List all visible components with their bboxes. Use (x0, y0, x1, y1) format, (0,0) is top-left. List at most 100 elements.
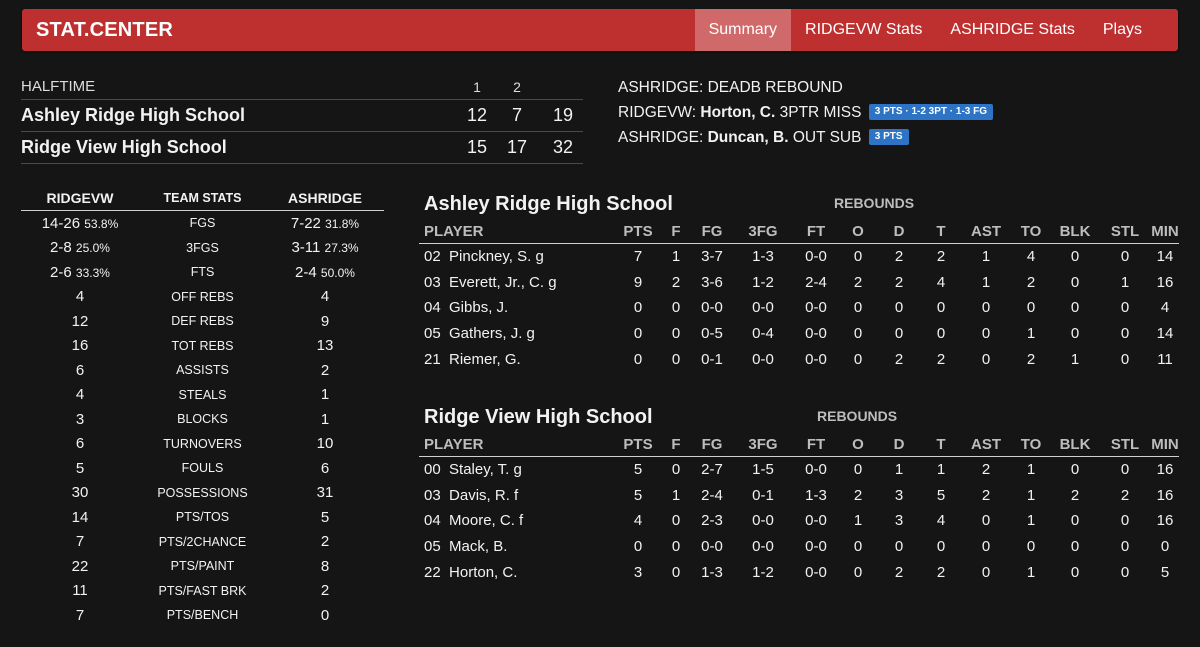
column-header-min[interactable]: MIN (1151, 219, 1179, 244)
nav-tabs: Summary RIDGEVW Stats ASHRIDGE Stats Pla… (694, 9, 1178, 51)
stat-oreb: 0 (853, 350, 863, 368)
stat-treb: 2 (936, 350, 946, 368)
stat-fg: 2-4 (701, 486, 723, 504)
column-header-ast[interactable]: AST (961, 432, 1011, 457)
stat-fg: 2-3 (701, 512, 723, 530)
away-stat-value: 2-4 (295, 263, 317, 281)
tab-summary[interactable]: Summary (694, 9, 792, 51)
player-name[interactable]: 22 Horton, C. (419, 559, 615, 585)
player-row[interactable]: 04 Gibbs, J. 0 0 0-0 0-0 0-0 0 0 0 0 0 0 0 4 (419, 295, 1179, 321)
stat-label: FTS (139, 265, 266, 279)
column-header-to[interactable]: TO (1011, 219, 1051, 244)
column-header-treb[interactable]: T (921, 432, 961, 457)
stat-min: 0 (1160, 538, 1170, 556)
tab-ashridge-stats[interactable]: ASHRIDGE Stats (936, 9, 1088, 51)
tab-ridgevw-stats[interactable]: RIDGEVW Stats (791, 9, 936, 51)
player-row[interactable]: 02 Pinckney, S. g 7 1 3-7 1-3 0-0 0 2 2 1 4 0 0 14 (419, 244, 1179, 270)
player-row[interactable]: 04 Moore, C. f 4 0 2-3 0-0 0-0 1 3 4 0 1 0 0 16 (419, 508, 1179, 534)
away-stat: 2 (266, 362, 384, 379)
column-header-pts[interactable]: PTS (615, 219, 661, 244)
player-row[interactable]: 03 Davis, R. f 5 1 2-4 0-1 1-3 2 3 5 2 1 2 2 16 (419, 483, 1179, 509)
stat-treb: 1 (936, 461, 946, 479)
column-header-pts[interactable]: PTS (615, 432, 661, 457)
column-header-ast[interactable]: AST (961, 219, 1011, 244)
stat-to: 1 (1026, 486, 1036, 504)
team-name: Ashley Ridge High School (21, 105, 246, 125)
stat-min: 16 (1156, 486, 1174, 504)
column-header-fouls[interactable]: F (661, 219, 691, 244)
away-stat-value: 2 (320, 582, 330, 600)
player-name[interactable]: 21 Riemer, G. (419, 346, 615, 372)
column-header-blk[interactable]: BLK (1051, 219, 1099, 244)
stat-treb: 0 (936, 538, 946, 556)
column-header-ft[interactable]: FT (793, 432, 839, 457)
player-name[interactable]: 04 Gibbs, J. (419, 295, 615, 321)
stat-label: OFF REBS (139, 290, 266, 304)
column-header-fg[interactable]: FG (691, 219, 733, 244)
stat-blk: 0 (1070, 538, 1080, 556)
player-row[interactable]: 03 Everett, Jr., C. g 9 2 3-6 1-2 2-4 2 2 4 1 2 0 1 1… (419, 270, 1179, 296)
brand-logo[interactable]: STAT.CENTER (36, 9, 173, 51)
player-row[interactable]: 00 Staley, T. g 5 0 2-7 1-5 0-0 0 1 1 2 1 0 0 16 (419, 457, 1179, 483)
player-row[interactable]: 22 Horton, C. 3 0 1-3 1-2 0-0 0 2 2 0 1 0 0 5 (419, 559, 1179, 585)
stat-label-value: PTS/FAST BRK (158, 583, 247, 598)
away-stat-value: 1 (320, 410, 330, 428)
stat-label: 3FGS (139, 241, 266, 255)
stat-3fg: 1-2 (752, 563, 774, 581)
stat-label: PTS/PAINT (139, 559, 266, 573)
player-name[interactable]: 05 Gathers, J. g (419, 321, 615, 347)
stat-to: 1 (1026, 563, 1036, 581)
column-header-fouls[interactable]: F (661, 432, 691, 457)
away-stat: 6 (266, 460, 384, 477)
stat-oreb: 0 (853, 538, 863, 556)
stat-pts: 0 (633, 325, 643, 343)
column-header-stl[interactable]: STL (1099, 432, 1151, 457)
away-stat: 8 (266, 558, 384, 575)
stat-stl: 0 (1120, 350, 1130, 368)
away-stat-percent: 27.3% (324, 241, 359, 256)
stat-fg: 2-7 (701, 461, 723, 479)
stat-label-value: PTS/BENCH (166, 608, 239, 623)
player-row[interactable]: 21 Riemer, G. 0 0 0-1 0-0 0-0 0 2 2 0 2 1 0 11 (419, 346, 1179, 372)
stat-treb: 0 (936, 299, 946, 317)
play-action: 3PTR MISS (779, 104, 862, 121)
team-stats-body: 14-26 53.8% FGS 7-22 31.8% 2-8 25.0% 3FGS 3-1… (21, 211, 384, 628)
player-name[interactable]: 05 Mack, B. (419, 534, 615, 560)
stat-stl: 0 (1120, 563, 1130, 581)
column-header-3fg[interactable]: 3FG (733, 219, 793, 244)
stat-label-value: POSSESSIONS (157, 485, 248, 500)
home-stat: 11 (21, 582, 139, 599)
player-name[interactable]: 03 Davis, R. f (419, 483, 615, 509)
column-header-player[interactable]: PLAYER (419, 219, 615, 244)
player-name[interactable]: 02 Pinckney, S. g (419, 244, 615, 270)
column-header-dreb[interactable]: D (877, 432, 921, 457)
column-header-dreb[interactable]: D (877, 219, 921, 244)
stat-dreb: 2 (894, 248, 904, 266)
column-header-blk[interactable]: BLK (1051, 432, 1099, 457)
stat-fg: 0-0 (701, 538, 723, 556)
player-row[interactable]: 05 Mack, B. 0 0 0-0 0-0 0-0 0 0 0 0 0 0 0 0 (419, 534, 1179, 560)
stat-dreb: 0 (894, 325, 904, 343)
team-stat-row: 22 PTS/PAINT 8 (21, 554, 384, 579)
away-stat-value: 7-22 (290, 214, 321, 232)
play-stat-badge: 3 PTS (868, 128, 909, 145)
column-header-min[interactable]: MIN (1151, 432, 1179, 457)
player-name[interactable]: 03 Everett, Jr., C. g (419, 270, 615, 296)
column-header-oreb[interactable]: O (839, 432, 877, 457)
column-header-player[interactable]: PLAYER (419, 432, 615, 457)
column-header-fg[interactable]: FG (691, 432, 733, 457)
box-score-ridge-view: Ridge View High School REBOUNDS PLAYER PT… (419, 402, 1179, 585)
tab-plays[interactable]: Plays (1089, 9, 1178, 51)
stat-dreb: 0 (894, 538, 904, 556)
player-name[interactable]: 00 Staley, T. g (419, 457, 615, 483)
column-header-to[interactable]: TO (1011, 432, 1051, 457)
column-header-oreb[interactable]: O (839, 219, 877, 244)
player-name[interactable]: 04 Moore, C. f (419, 508, 615, 534)
stat-stl: 0 (1120, 299, 1130, 317)
stat-label: PTS/FAST BRK (139, 584, 266, 598)
column-header-stl[interactable]: STL (1099, 219, 1151, 244)
column-header-treb[interactable]: T (921, 219, 961, 244)
player-row[interactable]: 05 Gathers, J. g 0 0 0-5 0-4 0-0 0 0 0 0 1 0 0 14 (419, 321, 1179, 347)
column-header-3fg[interactable]: 3FG (733, 432, 793, 457)
column-header-ft[interactable]: FT (793, 219, 839, 244)
